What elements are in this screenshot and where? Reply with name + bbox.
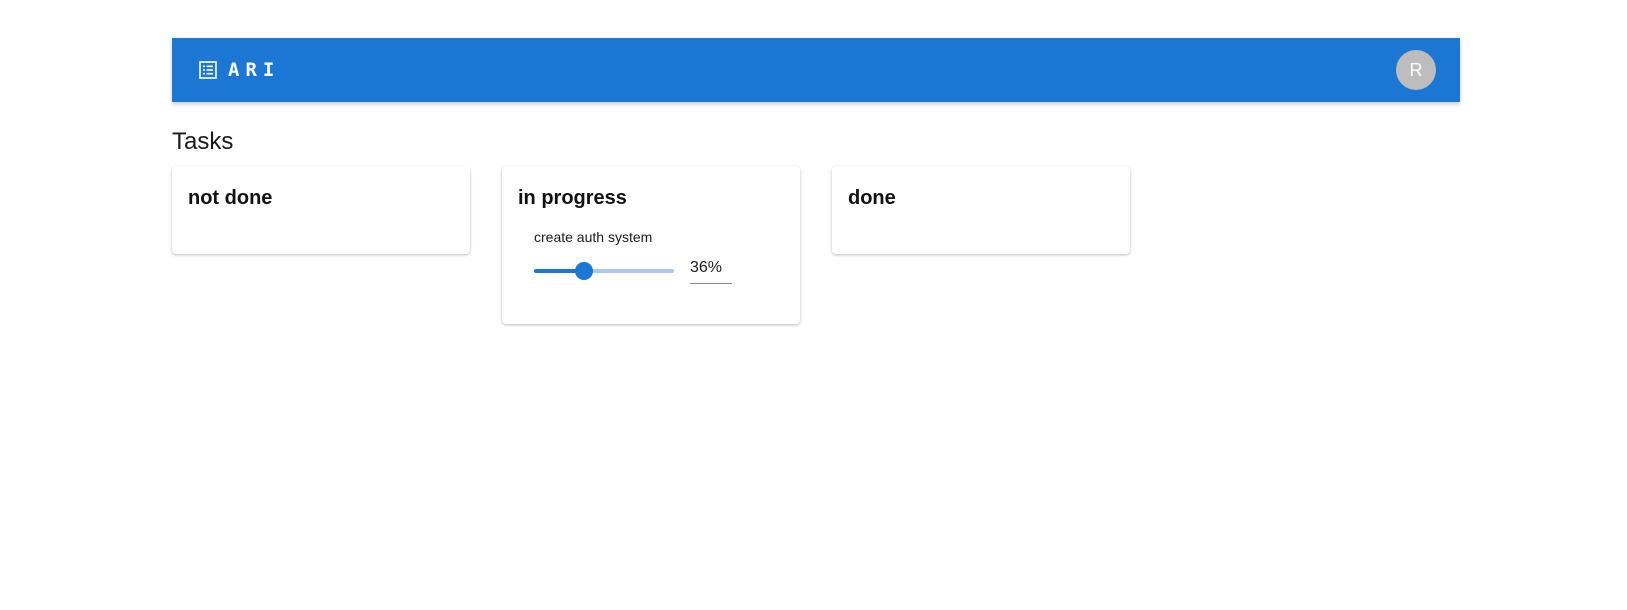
column-title: done bbox=[848, 187, 896, 209]
column-not-done: not done bbox=[172, 166, 470, 254]
list-alt-icon bbox=[198, 60, 218, 80]
app-bar: ARI R bbox=[172, 38, 1460, 102]
task-item: create auth system 36% bbox=[518, 229, 784, 284]
task-controls: 36% bbox=[534, 257, 784, 284]
column-title: in progress bbox=[518, 187, 627, 209]
task-board: not done in progress create auth system … bbox=[172, 166, 1130, 324]
task-name: create auth system bbox=[534, 229, 653, 245]
user-avatar[interactable]: R bbox=[1396, 50, 1436, 90]
column-done: done bbox=[832, 166, 1130, 254]
page-title: Tasks bbox=[172, 128, 234, 155]
progress-slider[interactable] bbox=[534, 261, 674, 281]
app-title: ARI bbox=[228, 59, 281, 81]
column-title: not done bbox=[188, 187, 273, 209]
column-in-progress: in progress create auth system 36% bbox=[502, 166, 800, 324]
app-root: ARI R Tasks not done in progress create … bbox=[172, 38, 1460, 324]
slider-thumb[interactable] bbox=[575, 261, 594, 280]
progress-percent-field[interactable]: 36% bbox=[690, 257, 732, 284]
